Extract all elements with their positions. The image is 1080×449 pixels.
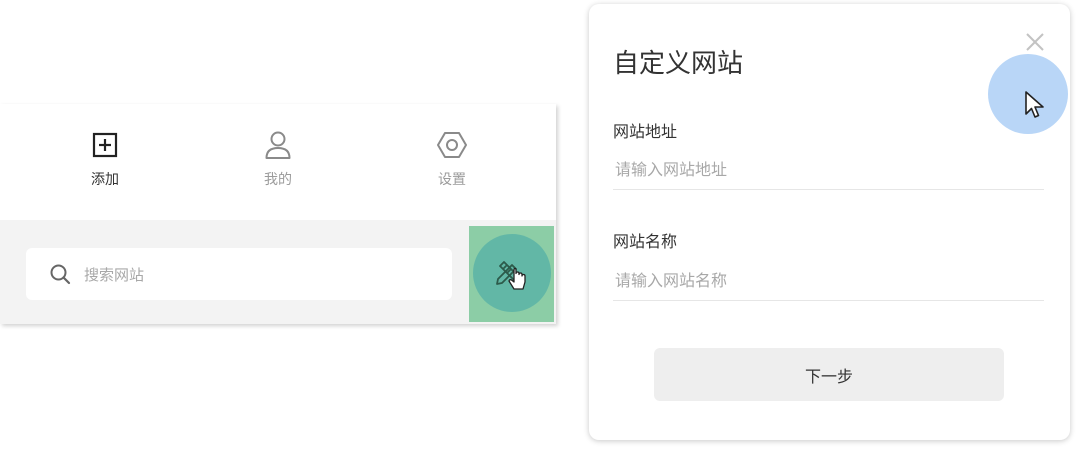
website-name-input[interactable] — [613, 261, 1044, 301]
plus-square-icon — [90, 130, 120, 160]
hand-cursor-icon — [507, 267, 526, 290]
website-name-label: 网站名称 — [613, 232, 678, 251]
close-button[interactable] — [1023, 30, 1047, 54]
settings-button[interactable]: 设置 — [407, 130, 497, 200]
next-step-button[interactable]: 下一步 — [654, 348, 1004, 401]
dialog-title: 自定义网站 — [613, 49, 744, 79]
search-placeholder: 搜索网站 — [84, 265, 145, 284]
search-input[interactable]: 搜索网站 — [26, 248, 452, 300]
settings-icon — [437, 130, 467, 160]
custom-website-dialog: 自定义网站 网站地址 网站名称 下一步 — [589, 4, 1070, 440]
search-bar-area: 搜索网站 — [0, 220, 556, 324]
search-icon — [48, 262, 72, 286]
add-label: 添加 — [91, 172, 119, 188]
website-url-label: 网站地址 — [613, 122, 678, 141]
close-icon — [1026, 33, 1044, 51]
mouse-pointer-icon — [1025, 91, 1044, 118]
mine-label: 我的 — [264, 172, 292, 188]
user-icon — [263, 130, 293, 160]
navigation-panel: 添加 我的 设置 搜索网站 — [0, 104, 556, 324]
edit-button[interactable] — [469, 226, 554, 322]
pencil-ruler-icon — [495, 261, 526, 290]
toolbar: 添加 我的 设置 — [0, 104, 556, 220]
website-url-input[interactable] — [613, 150, 1044, 190]
add-button[interactable]: 添加 — [60, 130, 150, 200]
settings-label: 设置 — [438, 172, 466, 188]
mine-button[interactable]: 我的 — [233, 130, 323, 200]
